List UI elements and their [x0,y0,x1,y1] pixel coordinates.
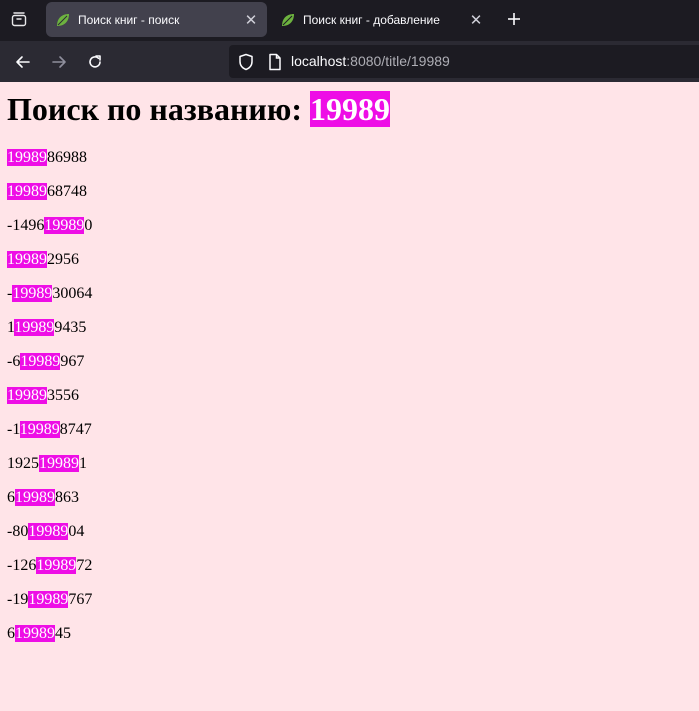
result-item: -1998930064 [7,284,92,318]
page-title-prefix: Поиск по названию: [7,91,310,127]
result-prefix: 6 [7,625,15,642]
result-item: -1496199890 [7,216,92,250]
result-match-highlight: 19989 [14,319,55,336]
tab-bar: Поиск книг - поиск ✕ Поиск книг - добавл… [0,0,699,41]
close-tab-icon[interactable]: ✕ [468,12,484,29]
reload-icon [89,55,101,68]
address-bar[interactable]: localhost:8080/title/19989 [229,45,699,78]
arrow-left-icon [16,56,30,68]
result-match-highlight: 19989 [39,455,79,472]
result-item: 1998968748 [7,182,92,216]
back-button[interactable] [9,48,37,76]
result-match-highlight: 19989 [7,387,47,404]
result-prefix: 6 [7,489,15,506]
result-match-highlight: 19989 [28,591,69,608]
arrow-right-icon [52,56,66,68]
result-match-highlight: 19989 [15,625,55,642]
result-match-highlight: 19989 [12,285,53,302]
tab-title: Поиск книг - добавление [303,12,440,27]
close-tab-icon[interactable]: ✕ [243,12,259,29]
tab-search[interactable]: Поиск книг - поиск ✕ [46,2,267,37]
result-prefix: 1925 [7,455,39,472]
result-item: 199893556 [7,386,92,420]
result-suffix: 45 [55,625,71,642]
result-suffix: 0 [84,217,93,234]
url-path: :8080/title/19989 [346,53,450,69]
tab-overview-button[interactable] [0,0,38,38]
result-suffix: 967 [60,353,85,370]
reload-button[interactable] [81,48,109,76]
results-list: 1998986988 1998968748 -1496199890 199892956… [7,148,92,658]
result-match-highlight: 19989 [7,251,47,268]
result-match-highlight: 19989 [28,523,69,540]
result-item: -1919989767 [7,590,92,624]
url-host: localhost [291,53,347,69]
result-item: -1199898747 [7,420,92,454]
result-suffix: 30064 [52,285,93,302]
result-prefix: -1 [7,421,20,438]
plus-icon [508,13,520,25]
result-suffix: 767 [68,591,93,608]
page-icon[interactable] [267,53,283,71]
result-suffix: 863 [55,489,79,506]
result-item: -619989967 [7,352,92,386]
result-prefix: -80 [7,523,29,540]
result-item: -1261998972 [7,556,92,590]
result-suffix: 1 [79,455,87,472]
new-tab-button[interactable] [501,6,527,32]
result-item: 199892956 [7,250,92,284]
result-match-highlight: 19989 [7,183,47,200]
page-content: Поиск по названию: 19989 1998986988 19989… [0,82,699,711]
result-prefix: -6 [7,353,21,370]
result-match-highlight: 19989 [44,217,85,234]
url-text[interactable]: localhost:8080/title/19989 [291,53,450,69]
result-suffix: 9435 [54,319,87,336]
tab-title: Поиск книг - поиск [78,12,180,27]
result-suffix: 2956 [47,251,79,268]
spring-leaf-icon [279,11,297,29]
search-query-highlight: 19989 [309,91,390,127]
result-suffix: 72 [76,557,93,574]
result-item: 1199899435 [7,318,92,352]
result-suffix: 8747 [59,421,92,438]
tab-list-icon [11,12,27,27]
page-title: Поиск по названию: 19989 [7,91,390,128]
result-suffix: 86988 [47,149,87,166]
result-item: 61998945 [7,624,92,658]
result-item: 619989863 [7,488,92,522]
result-match-highlight: 19989 [15,489,55,506]
result-match-highlight: 19989 [19,421,60,438]
result-match-highlight: 19989 [20,353,61,370]
result-item: 1998986988 [7,148,92,182]
result-suffix: 04 [68,523,85,540]
navigation-toolbar: localhost:8080/title/19989 [0,41,699,82]
result-prefix: -126 [7,557,37,574]
spring-leaf-icon [54,11,72,29]
result-item: -801998904 [7,522,92,556]
result-prefix: -1496 [7,217,45,234]
shield-icon[interactable] [237,53,255,71]
forward-button[interactable] [45,48,73,76]
result-match-highlight: 19989 [36,557,77,574]
tab-add[interactable]: Поиск книг - добавление ✕ [271,2,492,37]
result-suffix: 3556 [47,387,79,404]
result-match-highlight: 19989 [7,149,47,166]
result-suffix: 68748 [47,183,87,200]
result-item: 1925199891 [7,454,92,488]
result-prefix: -19 [7,591,29,608]
